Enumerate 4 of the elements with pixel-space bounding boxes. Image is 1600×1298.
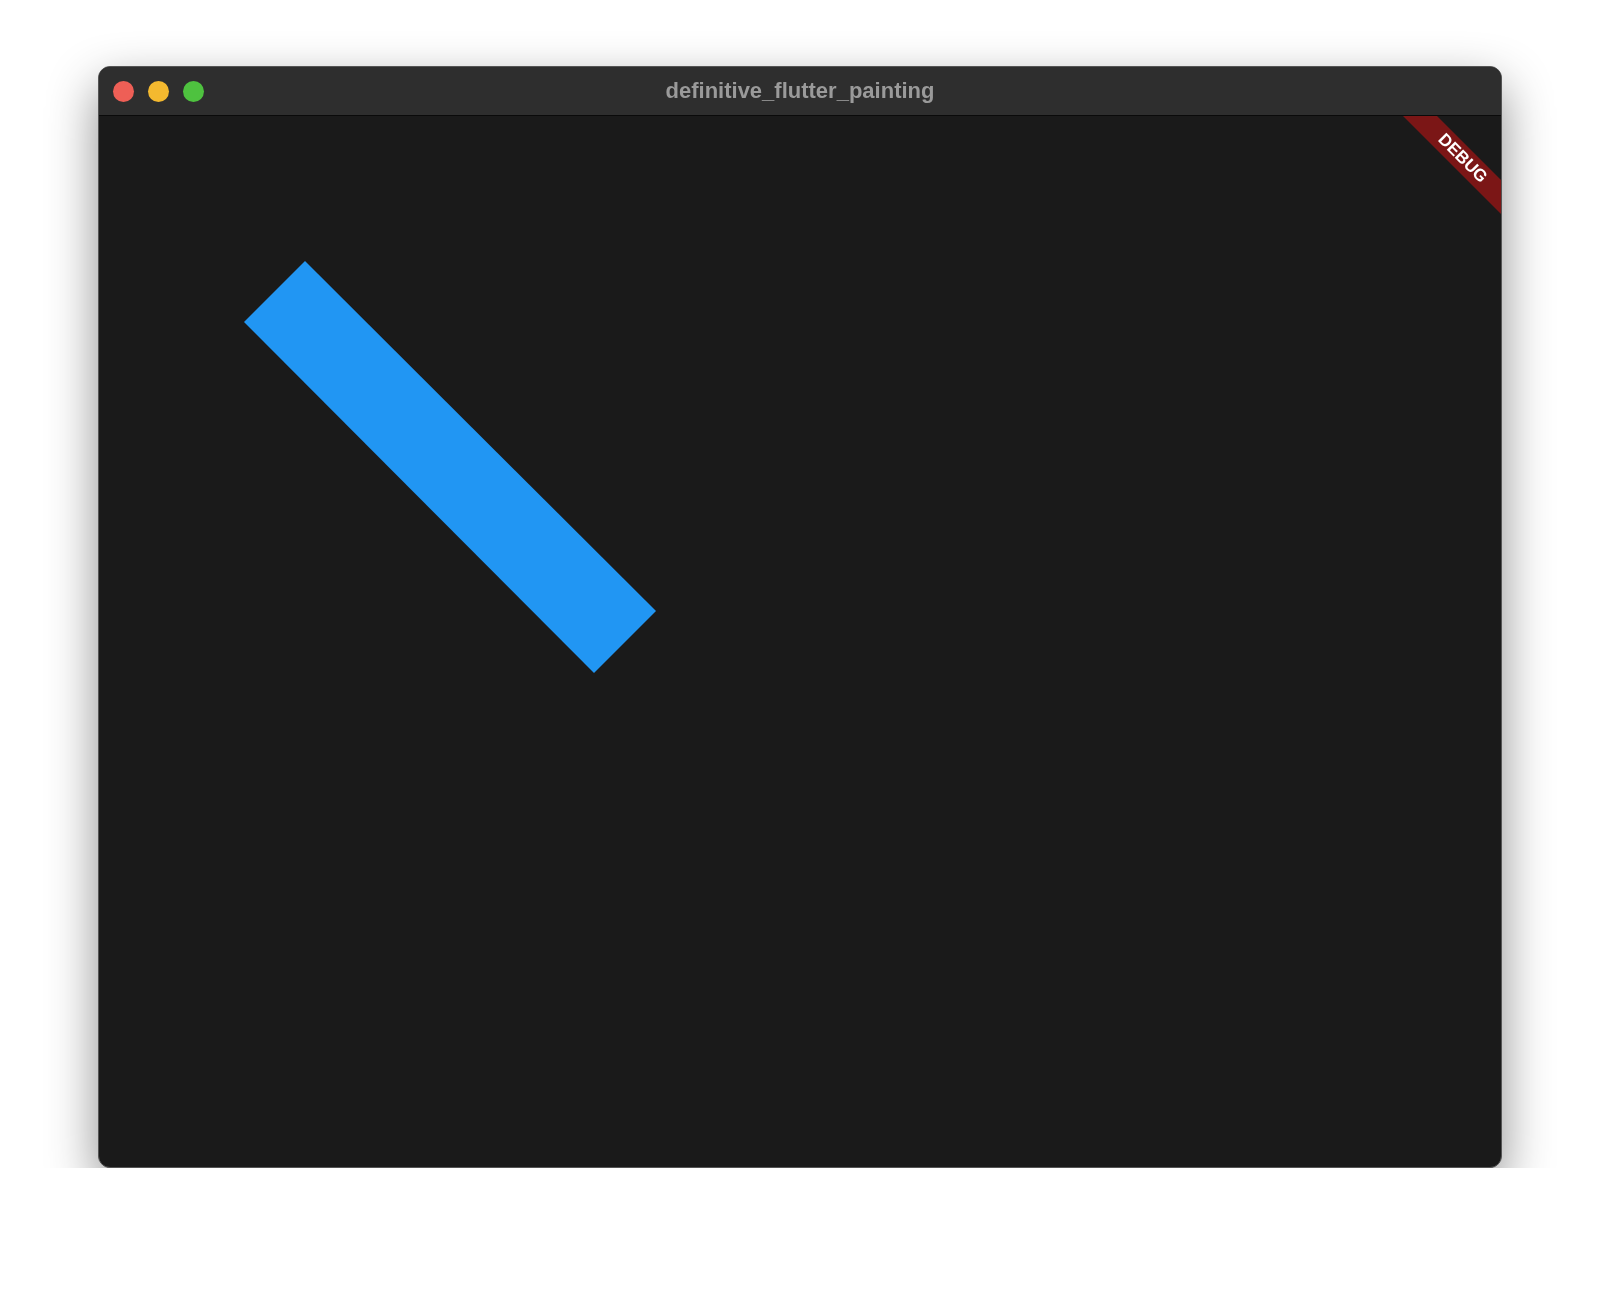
window-title: definitive_flutter_painting: [665, 78, 935, 103]
maximize-button[interactable]: [183, 80, 204, 102]
close-button[interactable]: [113, 80, 134, 102]
minimize-button[interactable]: [148, 80, 169, 102]
